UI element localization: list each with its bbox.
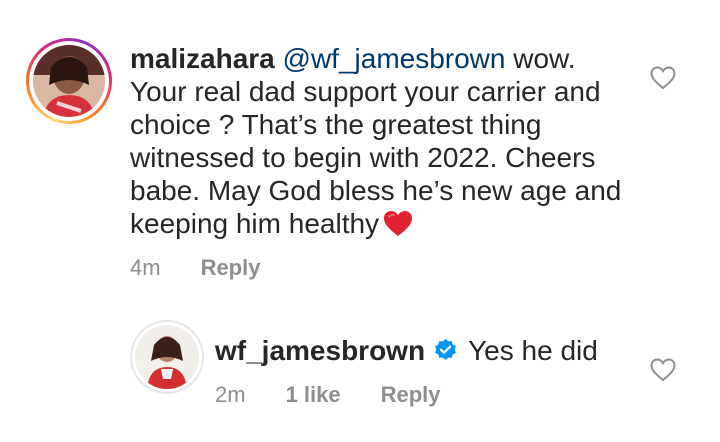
comment-text-block: malizahara @wf_jamesbrown wow. Your real… — [130, 42, 630, 240]
reply-timestamp: 2m — [215, 382, 246, 407]
reply-text-block: wf_jamesbrown Yes he did — [215, 334, 635, 367]
reply-avatar[interactable] — [130, 320, 204, 394]
verified-badge-icon — [435, 339, 456, 360]
heart-outline-icon[interactable] — [650, 66, 676, 90]
comment-reply-button[interactable]: Reply — [201, 255, 261, 281]
red-heart-emoji-icon — [384, 211, 413, 236]
heart-outline-icon[interactable] — [650, 358, 676, 382]
reply-meta: 2m 1 like Reply — [215, 382, 441, 408]
reply-text: Yes he did — [468, 335, 598, 366]
comment-avatar[interactable] — [26, 38, 112, 124]
comment-mention[interactable]: @wf_jamesbrown — [283, 43, 506, 74]
reply-like-count[interactable]: 1 like — [286, 382, 341, 408]
comment-username[interactable]: malizahara — [130, 43, 275, 74]
reply-username[interactable]: wf_jamesbrown — [215, 335, 425, 366]
comment-timestamp: 4m — [130, 255, 161, 280]
reply-reply-button[interactable]: Reply — [381, 382, 441, 408]
comment-meta: 4m Reply — [130, 255, 260, 281]
reply-avatar-photo — [135, 325, 199, 389]
comment-avatar-photo — [33, 45, 105, 117]
